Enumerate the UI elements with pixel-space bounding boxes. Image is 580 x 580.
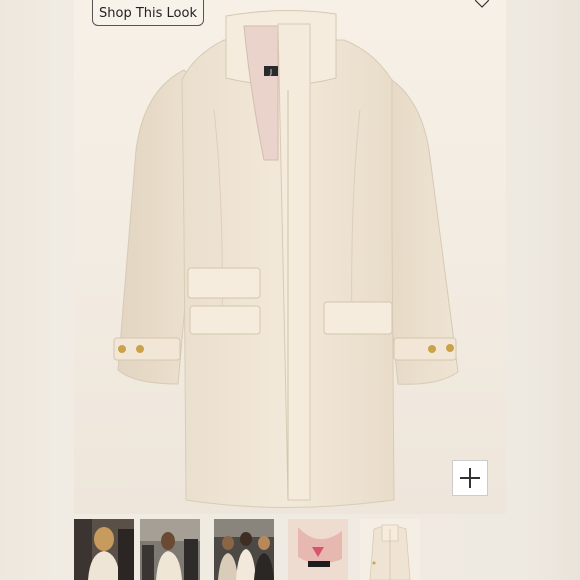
plus-icon	[460, 468, 480, 488]
listing-screen: J Shop This Look	[0, 0, 580, 580]
brand-label: J	[269, 68, 272, 76]
heart-icon[interactable]	[474, 0, 490, 8]
thumbnail-5[interactable]	[360, 519, 420, 580]
coat-illustration: J	[113, 9, 459, 508]
thumbnail-2[interactable]	[140, 519, 200, 580]
shop-this-look-button[interactable]: Shop This Look	[92, 0, 204, 26]
thumbnail-3[interactable]	[214, 519, 274, 580]
zoom-plus-button[interactable]	[452, 460, 488, 496]
product-photo[interactable]: J	[74, 0, 506, 514]
thumbnail-strip	[74, 519, 506, 580]
thumbnail-1[interactable]	[74, 519, 134, 580]
shop-this-look-label: Shop This Look	[99, 5, 197, 21]
thumbnail-4[interactable]	[288, 519, 348, 580]
